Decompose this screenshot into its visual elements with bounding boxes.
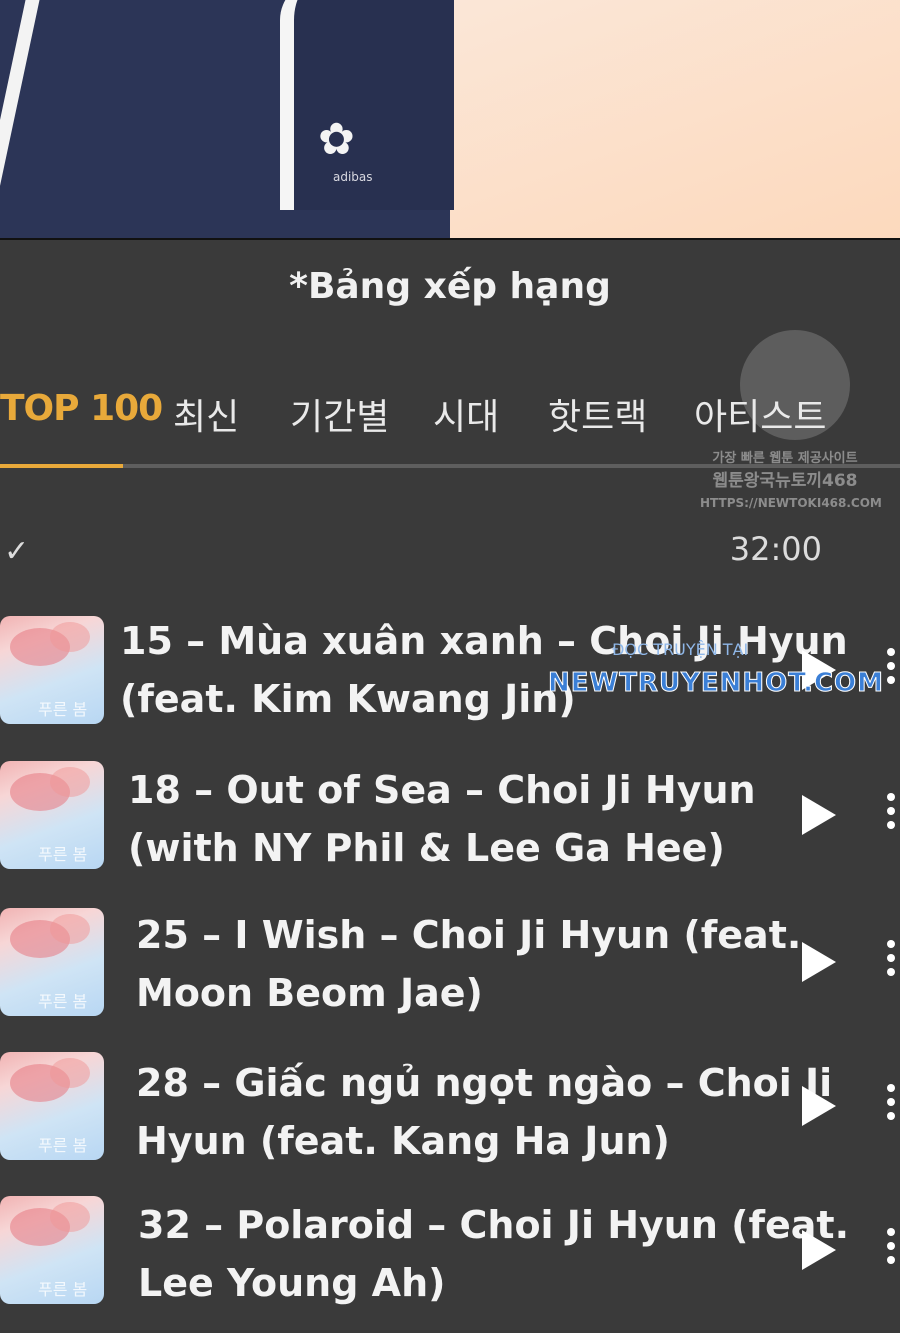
thumb-label: 푸른 봄 (38, 845, 88, 864)
tab-underline (0, 464, 900, 468)
song-row[interactable]: 푸른 봄 18 – Out of Sea – Choi Ji Hyun (wit… (0, 761, 900, 891)
more-options-icon[interactable] (884, 793, 898, 835)
song-row[interactable]: 푸른 봄 28 – Giấc ngủ ngọt ngào – Choi Ji H… (0, 1052, 900, 1182)
trefoil-logo-icon: ✿ (318, 114, 355, 165)
tab-top100[interactable]: TOP 100 (0, 388, 163, 429)
song-line2: Lee Young Ah) (138, 1261, 446, 1305)
song-row[interactable]: 푸른 봄 32 – Polaroid – Choi Ji Hyun (feat.… (0, 1196, 900, 1326)
play-icon[interactable] (802, 1230, 836, 1270)
site-watermark: NEWTRUYENHOT.COM (548, 668, 884, 699)
total-duration: 32:00 (729, 530, 822, 568)
tab-latest[interactable]: 최신 (173, 388, 239, 440)
comic-artwork: ✿ adibas (0, 0, 900, 240)
album-thumbnail: 푸른 봄 (0, 616, 104, 724)
album-thumbnail: 푸른 봄 (0, 1196, 104, 1304)
watermark-line2: 웹툰왕국뉴토끼468 (712, 471, 858, 491)
song-title: 28 – Giấc ngủ ngọt ngào – Choi Ji Hyun (… (136, 1054, 832, 1170)
song-title: 32 – Polaroid – Choi Ji Hyun (feat. Lee … (138, 1196, 849, 1312)
play-icon[interactable] (802, 1086, 836, 1126)
more-options-icon[interactable] (884, 648, 898, 690)
album-thumbnail: 푸른 봄 (0, 761, 104, 869)
thumb-label: 푸른 봄 (38, 1280, 88, 1299)
check-icon[interactable]: ✓ (4, 534, 29, 569)
song-line1: 25 – I Wish – Choi Ji Hyun (feat. (136, 913, 802, 957)
tab-artist[interactable]: 아티스트 (694, 388, 826, 440)
play-icon[interactable] (802, 795, 836, 835)
song-row[interactable]: 푸른 봄 25 – I Wish – Choi Ji Hyun (feat. M… (0, 908, 900, 1038)
thumb-label: 푸른 봄 (38, 1136, 88, 1155)
song-line2: Moon Beom Jae) (136, 971, 483, 1015)
page-title: *Bảng xếp hạng (289, 266, 611, 307)
site-watermark-small: ĐỌC TRUYỆN TẠI (612, 640, 749, 659)
album-thumbnail: 푸른 봄 (0, 908, 104, 1016)
album-thumbnail: 푸른 봄 (0, 1052, 104, 1160)
more-options-icon[interactable] (884, 1228, 898, 1270)
song-title: 25 – I Wish – Choi Ji Hyun (feat. Moon B… (136, 906, 801, 1022)
more-options-icon[interactable] (884, 1084, 898, 1126)
tab-era[interactable]: 시대 (433, 388, 499, 440)
song-line1: 32 – Polaroid – Choi Ji Hyun (feat. (138, 1203, 850, 1247)
song-line2: (with NY Phil & Lee Ga Hee) (128, 826, 725, 870)
song-line1: 18 – Out of Sea – Choi Ji Hyun (128, 768, 756, 812)
tab-hottrack[interactable]: 핫트랙 (548, 388, 647, 440)
play-icon[interactable] (802, 942, 836, 982)
brand-text: adibas (333, 170, 373, 184)
song-line2: Hyun (feat. Kang Ha Jun) (136, 1119, 670, 1163)
watermark-line3: HTTPS://NEWTOKI468.COM (700, 496, 882, 510)
tab-period[interactable]: 기간별 (290, 388, 389, 440)
more-options-icon[interactable] (884, 940, 898, 982)
music-chart-panel: *Bảng xếp hạng 가장 빠른 웹툰 제공사이트 웹툰왕국뉴토끼468… (0, 240, 900, 1333)
thumb-label: 푸른 봄 (38, 700, 88, 719)
chart-tabs: TOP 100 최신 기간별 시대 핫트랙 아티스트 (0, 388, 900, 438)
song-line1: 28 – Giấc ngủ ngọt ngào – Choi Ji (136, 1061, 833, 1105)
thumb-label: 푸른 봄 (38, 992, 88, 1011)
active-tab-indicator (0, 464, 123, 468)
song-title: 18 – Out of Sea – Choi Ji Hyun (with NY … (128, 761, 756, 877)
hand-artwork (440, 0, 900, 240)
